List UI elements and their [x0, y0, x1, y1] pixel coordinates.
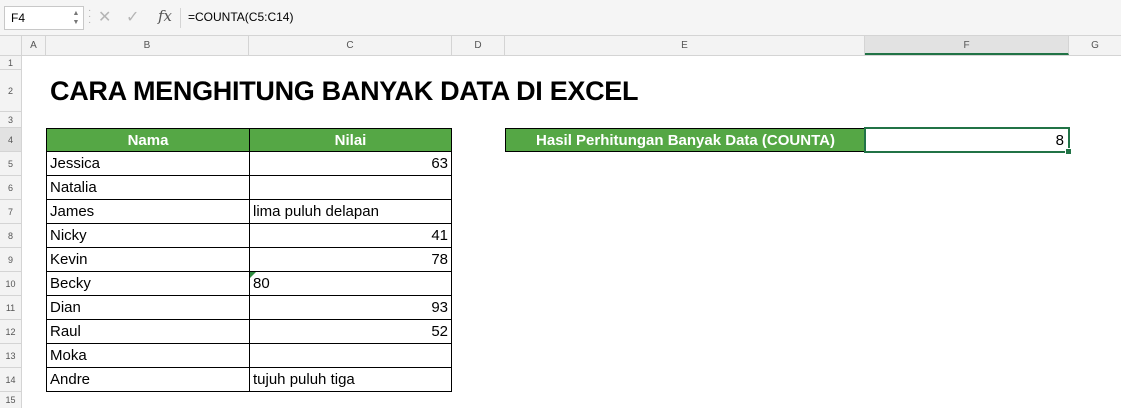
insert-function-icon[interactable]: fx [158, 7, 172, 25]
name-box[interactable]: F4 ▲ ▼ [4, 6, 84, 30]
confirm-icon[interactable]: ✓ [126, 7, 139, 27]
table-cell-nilai[interactable] [249, 175, 452, 200]
drag-handle-icon[interactable]: · · · [88, 6, 92, 28]
column-header-e[interactable]: E [505, 36, 865, 55]
name-box-dropdown-icon[interactable]: ▲ ▼ [72, 9, 80, 27]
result-label[interactable]: Hasil Perhitungan Banyak Data (COUNTA) [505, 128, 866, 152]
table-cell-nama[interactable]: Dian [46, 295, 250, 320]
table-cell-nama[interactable]: Becky [46, 271, 250, 296]
table-cell-nilai[interactable]: 93 [249, 295, 452, 320]
row-header-15[interactable]: 15 [0, 392, 22, 408]
row-header-1[interactable]: 1 [0, 56, 22, 70]
table-cell-nilai[interactable]: 63 [249, 151, 452, 176]
select-all-button[interactable] [0, 36, 22, 55]
row-header-12[interactable]: 12 [0, 320, 22, 344]
table-cell-nilai[interactable]: lima puluh delapan [249, 199, 452, 224]
table-cell-nama[interactable]: Raul [46, 319, 250, 344]
table-cell-nama[interactable]: James [46, 199, 250, 224]
formula-input[interactable]: =COUNTA(C5:C14) [188, 10, 293, 24]
table-cell-nilai-text-number[interactable]: 80 [249, 271, 452, 296]
table-cell-nama[interactable]: Nicky [46, 223, 250, 248]
cancel-icon[interactable]: ✕ [98, 7, 111, 27]
table-cell-nama[interactable]: Natalia [46, 175, 250, 200]
table-cell-nilai[interactable]: 78 [249, 247, 452, 272]
column-header-g[interactable]: G [1069, 36, 1121, 55]
sheet-title[interactable]: CARA MENGHITUNG BANYAK DATA DI EXCEL [50, 76, 639, 107]
result-value-cell[interactable]: 8 [864, 127, 1070, 153]
table-cell-nama[interactable]: Andre [46, 367, 250, 392]
table-cell-nama[interactable]: Kevin [46, 247, 250, 272]
table-cell-nilai[interactable] [249, 343, 452, 368]
row-header-11[interactable]: 11 [0, 296, 22, 320]
table-header-nilai[interactable]: Nilai [249, 128, 452, 152]
name-box-value: F4 [11, 11, 26, 25]
column-header-b[interactable]: B [46, 36, 249, 55]
row-header-6[interactable]: 6 [0, 176, 22, 200]
table-cell-nama[interactable]: Moka [46, 343, 250, 368]
row-header-14[interactable]: 14 [0, 368, 22, 392]
row-header-8[interactable]: 8 [0, 224, 22, 248]
column-header-f[interactable]: F [865, 36, 1069, 55]
row-header-9[interactable]: 9 [0, 248, 22, 272]
row-header-7[interactable]: 7 [0, 200, 22, 224]
row-header-2[interactable]: 2 [0, 70, 22, 112]
row-header-13[interactable]: 13 [0, 344, 22, 368]
table-cell-nilai[interactable]: 41 [249, 223, 452, 248]
column-header-d[interactable]: D [452, 36, 505, 55]
column-header-row: A B C D E F G [0, 36, 1121, 56]
row-header-3[interactable]: 3 [0, 112, 22, 128]
row-header-4[interactable]: 4 [0, 128, 22, 152]
error-indicator-icon[interactable] [250, 272, 256, 278]
formula-bar: F4 ▲ ▼ · · · ✕ ✓ fx =COUNTA(C5:C14) [0, 0, 1121, 36]
row-header-10[interactable]: 10 [0, 272, 22, 296]
row-header-5[interactable]: 5 [0, 152, 22, 176]
table-cell-nilai[interactable]: 52 [249, 319, 452, 344]
table-header-nama[interactable]: Nama [46, 128, 250, 152]
column-header-c[interactable]: C [249, 36, 452, 55]
column-header-a[interactable]: A [22, 36, 46, 55]
fill-handle[interactable] [1065, 148, 1072, 155]
table-cell-nama[interactable]: Jessica [46, 151, 250, 176]
table-cell-nilai[interactable]: tujuh puluh tiga [249, 367, 452, 392]
formula-bar-divider [180, 8, 181, 28]
